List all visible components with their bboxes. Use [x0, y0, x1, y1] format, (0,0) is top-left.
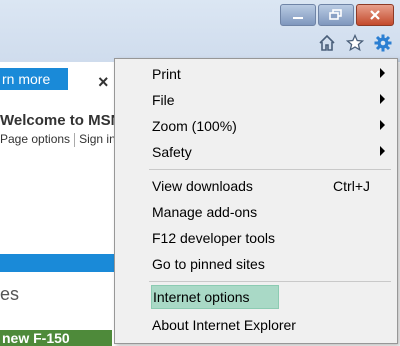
submenu-arrow-icon	[380, 146, 385, 156]
gear-icon	[374, 34, 392, 52]
browser-chrome	[0, 0, 400, 62]
close-banner-button[interactable]: ×	[98, 72, 109, 93]
home-icon	[319, 34, 335, 51]
star-icon	[346, 34, 364, 52]
restore-icon	[329, 9, 342, 20]
menu-item-label: Zoom (100%)	[152, 118, 237, 134]
menu-item-label: File	[152, 92, 175, 108]
home-button[interactable]	[318, 34, 336, 52]
menu-item-label: View downloads	[152, 178, 253, 194]
menu-item-manage-add-ons[interactable]: Manage add-ons	[119, 200, 393, 224]
menu-item-label: About Internet Explorer	[152, 317, 296, 333]
restore-button[interactable]	[318, 4, 354, 26]
menu-separator	[149, 169, 391, 170]
submenu-arrow-icon	[380, 94, 385, 104]
menu-item-label: Manage add-ons	[152, 204, 258, 220]
minimize-button[interactable]	[280, 4, 316, 26]
menu-item-pinned-sites[interactable]: Go to pinned sites	[119, 252, 393, 276]
close-icon	[370, 10, 380, 20]
favorites-button[interactable]	[346, 34, 364, 52]
menu-item-file[interactable]: File	[119, 88, 393, 112]
menu-item-label: F12 developer tools	[152, 230, 275, 246]
tools-menu: Print File Zoom (100%) Safety View downl…	[114, 58, 398, 344]
menu-item-label: Internet options	[153, 289, 250, 305]
menu-item-label: Safety	[152, 144, 192, 160]
menu-item-about-ie[interactable]: About Internet Explorer	[119, 313, 393, 337]
submenu-arrow-icon	[380, 68, 385, 78]
menu-item-safety[interactable]: Safety	[119, 140, 393, 164]
tools-button[interactable]	[374, 34, 392, 52]
menu-item-label: Go to pinned sites	[152, 256, 265, 272]
menu-item-label: Print	[152, 66, 181, 82]
page-options-link[interactable]: Page options	[0, 132, 70, 146]
menu-separator	[149, 281, 391, 282]
learn-more-button[interactable]: rn more	[0, 68, 68, 90]
welcome-heading: Welcome to MSN	[0, 112, 122, 129]
menu-item-internet-options[interactable]: Internet options	[151, 285, 279, 309]
menu-item-print[interactable]: Print	[119, 62, 393, 86]
menu-item-f12-developer-tools[interactable]: F12 developer tools	[119, 226, 393, 250]
blue-banner	[0, 254, 120, 272]
submenu-arrow-icon	[380, 120, 385, 130]
minimize-icon	[293, 17, 303, 19]
sign-in-link[interactable]: Sign in	[79, 132, 116, 146]
menu-item-shortcut: Ctrl+J	[333, 178, 370, 194]
window-controls	[280, 4, 394, 26]
divider	[74, 132, 76, 147]
menu-item-view-downloads[interactable]: View downloads Ctrl+J	[119, 174, 393, 198]
page-options-bar: Page options Sign in	[0, 132, 116, 147]
menu-item-zoom[interactable]: Zoom (100%)	[119, 114, 393, 138]
partial-heading: es	[0, 284, 20, 304]
close-window-button[interactable]	[356, 4, 394, 26]
toolbar-icons	[318, 34, 392, 52]
